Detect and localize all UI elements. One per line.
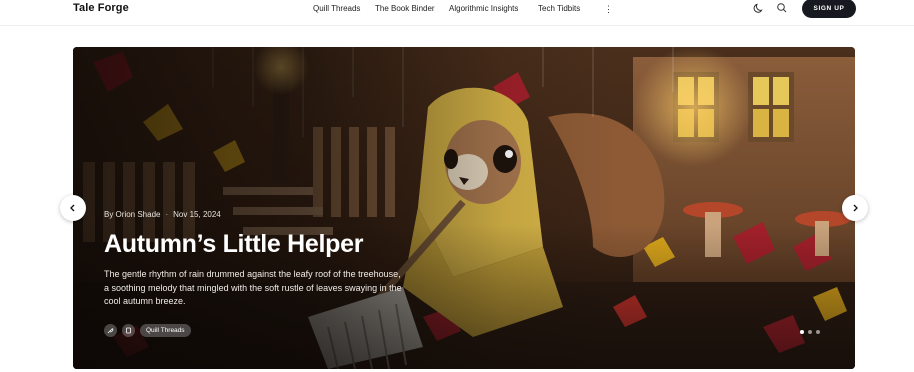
pagination-dot-1[interactable] [800,330,804,334]
chevron-left-icon [70,204,75,212]
meta-separator: · [165,210,169,219]
moon-icon[interactable] [752,1,766,15]
brand-logo[interactable]: Tale Forge [73,2,129,14]
top-navigation-bar: Tale Forge Quill Threads The Book Binder… [0,0,914,26]
post-tags: Quill Threads [104,324,191,337]
more-vertical-icon[interactable]: ⋮ [604,4,613,15]
book-icon[interactable] [122,324,135,337]
post-meta: By Orion Shade · Nov 15, 2024 [104,210,221,219]
feather-icon[interactable] [104,324,117,337]
nav-quill-threads[interactable]: Quill Threads [313,4,360,13]
hero-carousel: By Orion Shade · Nov 15, 2024 Autumn’s Lit… [73,47,855,369]
carousel-prev-button[interactable] [60,195,86,221]
pagination-dot-2[interactable] [808,330,812,334]
sign-up-button[interactable]: SIGN UP [802,0,856,18]
post-title[interactable]: Autumn’s Little Helper [104,230,363,259]
nav-algorithmic-insights[interactable]: Algorithmic Insights [449,4,518,13]
tag-quill-threads[interactable]: Quill Threads [140,324,191,337]
nav-the-book-binder[interactable]: The Book Binder [375,4,435,13]
chevron-right-icon [853,204,858,212]
carousel-next-button[interactable] [842,195,868,221]
hero-gradient-overlay [73,47,855,369]
nav-tech-tidbits[interactable]: Tech Tidbits [538,4,580,13]
post-date: Nov 15, 2024 [173,210,221,219]
search-icon[interactable] [775,1,789,15]
post-author[interactable]: By Orion Shade [104,210,160,219]
post-excerpt: The gentle rhythm of rain drummed agains… [104,269,402,306]
pagination-dot-3[interactable] [816,330,820,334]
carousel-pagination [800,330,820,334]
